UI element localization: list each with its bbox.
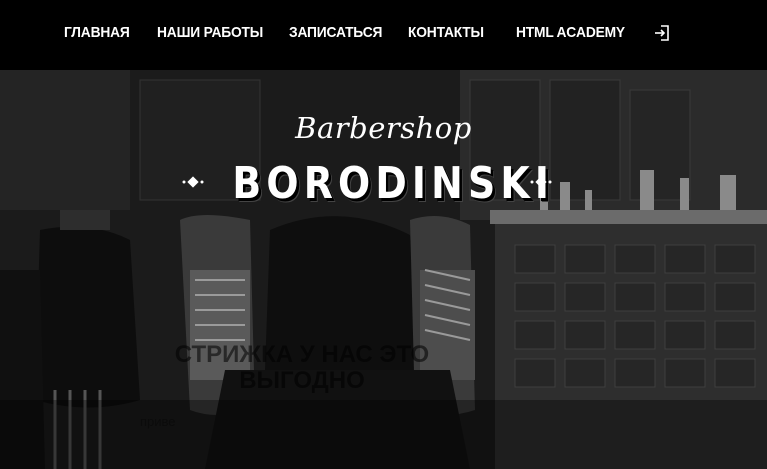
nav-item-home[interactable]: ГЛАВНАЯ <box>64 24 130 41</box>
nav-item-contacts[interactable]: КОНТАКТЫ <box>408 24 484 41</box>
page: ГЛАВНАЯ НАШИ РАБОТЫ ЗАПИСАТЬСЯ КОНТАКТЫ … <box>0 0 767 469</box>
promo-title: СТРИЖКА У НАС ЭТО ВЫГОДНО <box>174 341 430 394</box>
diamond-ornament-icon <box>530 176 552 188</box>
promo-subtitle: приве <box>140 414 176 429</box>
diamond-ornament-icon <box>182 176 204 188</box>
nav-item-html-academy[interactable]: HTML ACADEMY <box>516 24 625 41</box>
nav-item-signup[interactable]: ЗАПИСАТЬСЯ <box>289 24 382 41</box>
nav-item-works[interactable]: НАШИ РАБОТЫ <box>157 24 263 41</box>
hero-section: Barbershop BORODINSKI СТРИЖКА У НАС ЭТО … <box>0 70 767 469</box>
login-icon[interactable] <box>653 24 671 42</box>
main-navigation: ГЛАВНАЯ НАШИ РАБОТЫ ЗАПИСАТЬСЯ КОНТАКТЫ … <box>0 0 767 70</box>
logo-main-text: BORODINSKI <box>232 158 555 209</box>
logo-script-text: Barbershop <box>295 111 472 145</box>
